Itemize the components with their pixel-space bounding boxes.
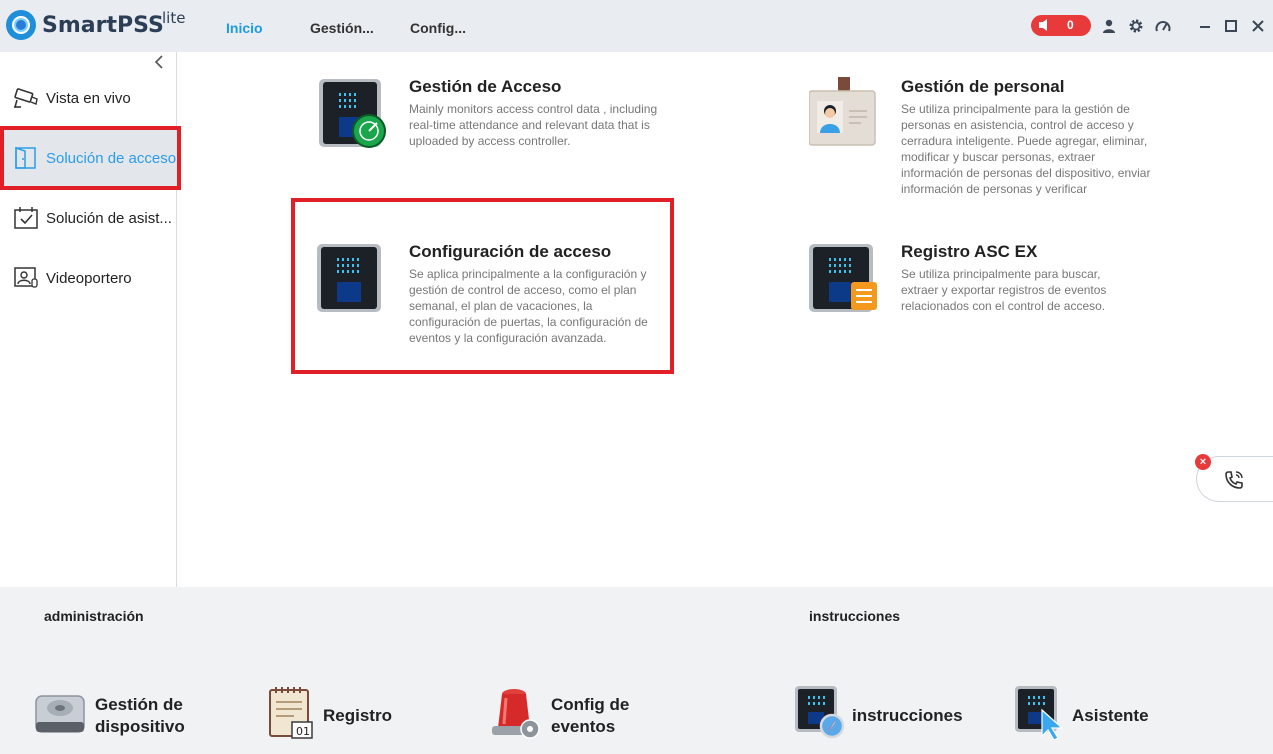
log-button[interactable]: 01 Registro [266, 686, 406, 740]
record-terminal-icon [809, 244, 877, 312]
quick-label-line1: Registro [323, 706, 392, 725]
access-monitor-icon [319, 79, 386, 148]
card-title: Registro ASC EX [901, 242, 1038, 261]
instructions-section-title: instrucciones [809, 608, 901, 624]
sidebar-item-label: Videoportero [46, 270, 132, 287]
quick-label: Config de eventos [551, 694, 629, 738]
close-icon[interactable] [1250, 18, 1266, 34]
card-title: Configuración de acceso [409, 242, 612, 261]
quick-label-line2: eventos [551, 717, 616, 736]
event-config-button[interactable]: Config de eventos [490, 686, 650, 740]
id-badge-icon [809, 77, 876, 146]
phone-icon [1225, 471, 1243, 489]
card-description: Mainly monitors access control data , in… [409, 102, 658, 148]
access-terminal-icon [317, 244, 381, 312]
tab-inicio[interactable]: Inicio [226, 20, 263, 36]
quick-label-line1: Config de [551, 695, 630, 714]
calendar-check-icon [14, 207, 38, 229]
quick-label: Registro [323, 705, 392, 727]
quick-label-line1: Gestión de [95, 695, 183, 714]
card-personnel-management[interactable]: Gestión de personal Se utiliza principal… [809, 77, 1249, 227]
app-name: SmartPSS [42, 13, 164, 38]
alarm-light-icon [492, 689, 540, 739]
quick-label-line1: instrucciones [852, 706, 963, 725]
sidebar-item-label: Solución de acceso [46, 150, 177, 167]
quick-label-line2: dispositivo [95, 717, 185, 736]
alarm-indicator[interactable]: 0 [1031, 15, 1091, 36]
tab-config[interactable]: Config... [410, 20, 466, 36]
sidebar-item-label: Vista en vivo [46, 90, 131, 107]
card-title: Gestión de personal [901, 77, 1065, 96]
quick-label: instrucciones [852, 705, 963, 727]
performance-icon[interactable] [1155, 18, 1171, 34]
sidebar-item-label: Solución de asist... [46, 210, 172, 227]
tab-gestion[interactable]: Gestión... [310, 20, 374, 36]
card-description: Se utiliza principalmente para la gestió… [901, 102, 1151, 196]
quick-label-line1: Asistente [1072, 706, 1149, 725]
device-icon [35, 695, 85, 733]
quick-label: Asistente [1072, 705, 1149, 727]
user-icon[interactable] [1101, 18, 1117, 34]
title-bar: SmartPSS lite Inicio Gestión... Config..… [0, 0, 1273, 52]
door-icon [15, 147, 36, 169]
alarm-count: 0 [1067, 18, 1074, 32]
intercom-icon [14, 267, 38, 288]
app-edition: lite [162, 9, 186, 27]
sidebar-item-videoportero[interactable]: Videoportero [0, 248, 177, 308]
device-management-button[interactable]: Gestión de dispositivo [34, 686, 204, 740]
card-title: Gestión de Acceso [409, 77, 562, 96]
instructions-button[interactable]: instrucciones [794, 686, 974, 740]
app-logo-icon [6, 10, 36, 40]
card-access-configuration[interactable]: Configuración de acceso Se aplica princi… [317, 242, 757, 392]
guide-icon [795, 686, 845, 739]
close-call-widget-icon[interactable]: × [1195, 454, 1211, 470]
wizard-icon [1015, 686, 1064, 740]
sidebar-item-live-view[interactable]: Vista en vivo [0, 68, 177, 128]
card-asc-record[interactable]: Registro ASC EX Se utiliza principalment… [809, 242, 1249, 392]
log-icon: 01 [269, 687, 313, 739]
sidebar: Vista en vivo Solución de acceso Solució… [0, 52, 177, 587]
gear-icon[interactable] [1128, 18, 1144, 34]
svg-text:01: 01 [296, 725, 310, 738]
sidebar-item-attendance-solution[interactable]: Solución de asist... [0, 188, 177, 248]
admin-section-title: administración [44, 608, 144, 624]
card-description: Se aplica principalmente a la configurac… [409, 267, 648, 345]
speaker-icon [1039, 19, 1047, 31]
wizard-button[interactable]: Asistente [1014, 686, 1164, 740]
maximize-icon[interactable] [1223, 18, 1239, 34]
quick-label: Gestión de dispositivo [95, 694, 185, 738]
card-description: Se utiliza principalmente para buscar, e… [901, 267, 1107, 313]
minimize-icon[interactable] [1197, 18, 1213, 34]
sidebar-item-access-solution[interactable]: Solución de acceso [0, 128, 177, 188]
card-access-management[interactable]: Gestión de Acceso Mainly monitors access… [317, 77, 757, 227]
camera-icon [14, 88, 38, 108]
